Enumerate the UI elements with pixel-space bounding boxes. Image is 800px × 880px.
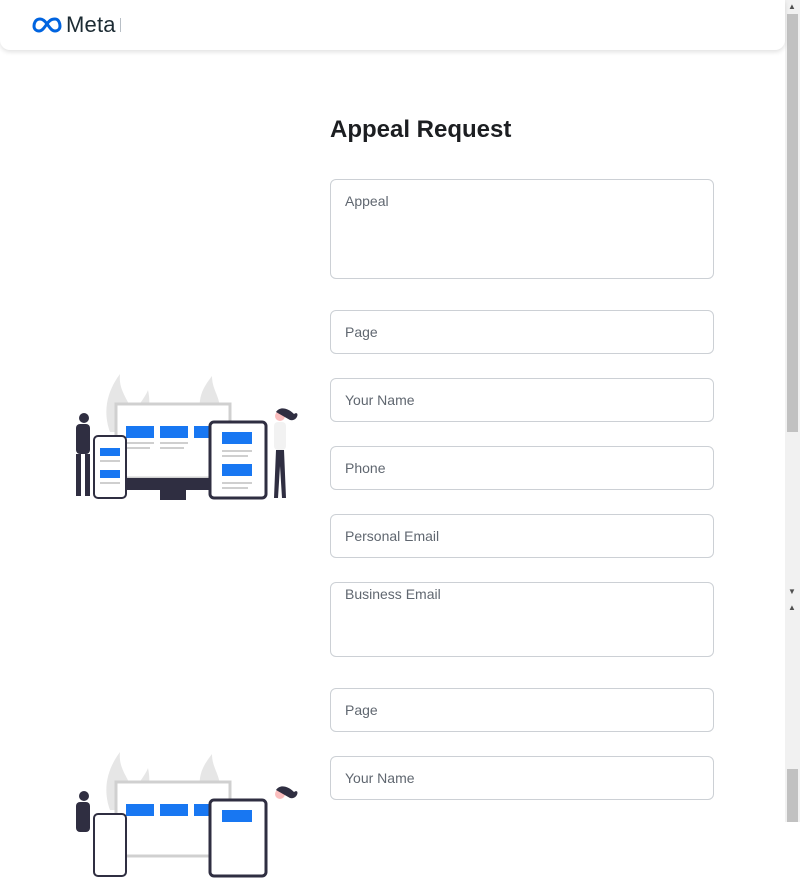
phone-field[interactable]: Phone	[330, 446, 714, 490]
name-field[interactable]: Your Name	[330, 378, 714, 422]
page-field[interactable]: Page	[330, 310, 714, 354]
scrollbar-thumb[interactable]	[787, 769, 798, 822]
meta-logo[interactable]: Meta	[32, 12, 121, 37]
phone-placeholder: Phone	[345, 460, 386, 476]
page-placeholder-repeat: Page	[345, 702, 378, 718]
appeal-textarea[interactable]: Appeal	[330, 179, 714, 279]
personal-email-placeholder: Personal Email	[345, 528, 440, 544]
business-email-field[interactable]: Business Email	[330, 582, 714, 657]
name-placeholder-repeat: Your Name	[345, 770, 415, 786]
page-title: Appeal Request	[330, 116, 512, 143]
scroll-down-arrow-icon[interactable]: ▼	[788, 588, 796, 596]
name-placeholder: Your Name	[345, 392, 415, 408]
page-placeholder: Page	[345, 324, 378, 340]
logo-divider	[119, 18, 121, 32]
appeal-placeholder: Appeal	[345, 193, 389, 209]
meta-infinity-icon	[32, 17, 62, 33]
scrollbar-thumb[interactable]	[787, 14, 798, 432]
scroll-up-arrow-icon[interactable]: ▲	[788, 3, 796, 11]
top-header: Meta	[0, 0, 785, 50]
devices-illustration-repeat	[76, 752, 298, 878]
page-field-repeat[interactable]: Page	[330, 688, 714, 732]
business-email-placeholder: Business Email	[345, 586, 441, 602]
brand-name: Meta	[66, 12, 116, 37]
personal-email-field[interactable]: Personal Email	[330, 514, 714, 558]
devices-illustration	[76, 374, 298, 500]
scroll-up-arrow-icon[interactable]: ▲	[788, 604, 796, 612]
name-field-repeat[interactable]: Your Name	[330, 756, 714, 800]
vertical-scrollbar[interactable]: ▲ ▼ ▲	[785, 0, 800, 822]
